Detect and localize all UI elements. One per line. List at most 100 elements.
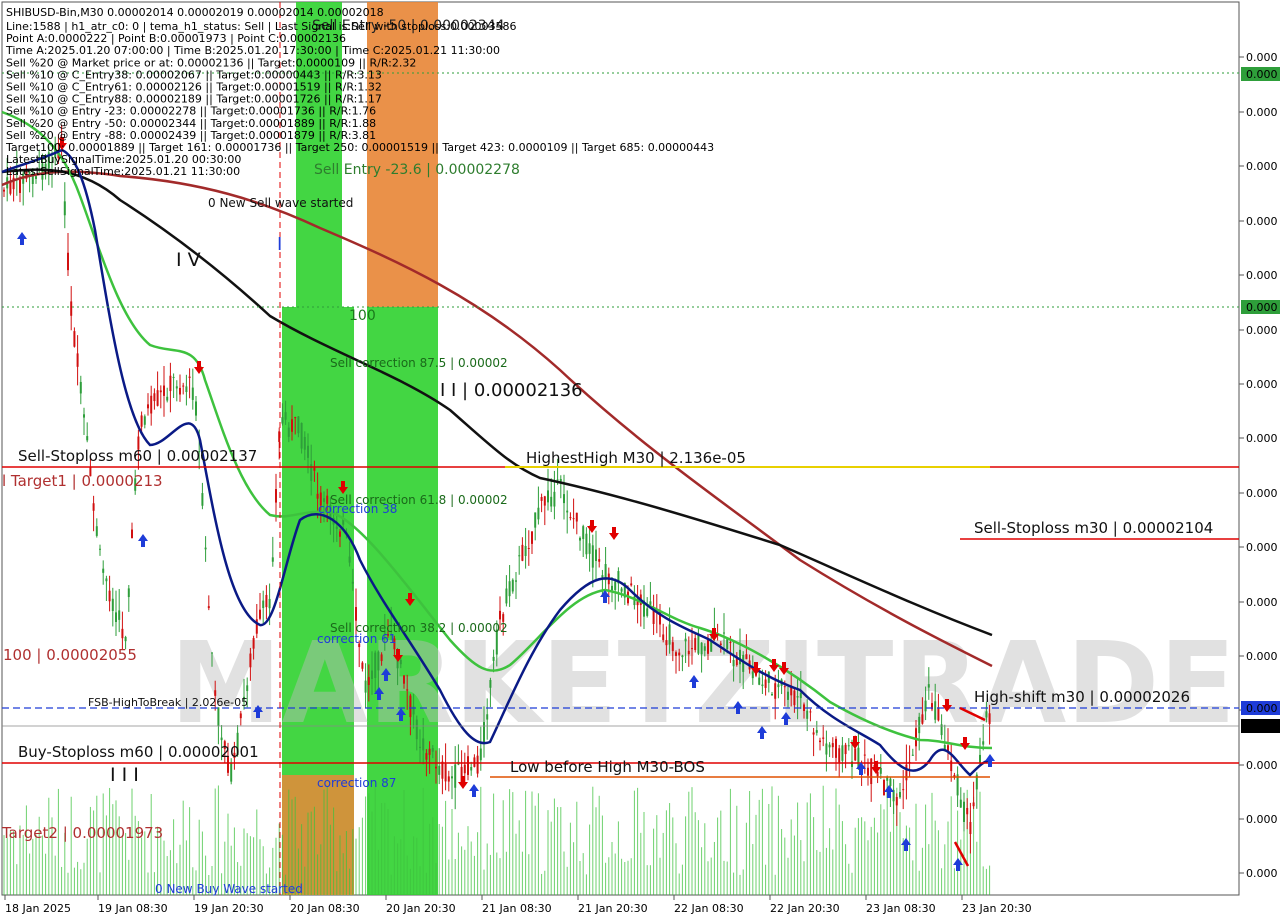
price-tick-label: 0.000 [1246,324,1278,337]
correction-87-label: correction 87 [317,776,396,790]
wave-iv-label: I V [176,249,201,271]
candle-body [191,387,194,400]
candle-body [262,600,265,608]
candle-body [857,747,860,768]
candle-body [447,776,450,782]
candle-body [867,767,869,776]
candle-body [111,598,114,611]
candle-body [489,680,492,688]
candle-body [339,531,341,537]
candle-body [697,635,700,654]
candle-body [428,748,431,755]
candle-body [854,748,857,761]
candle-body [963,801,965,822]
candle-body [67,252,69,271]
candle-body [979,754,981,763]
price-tick-label: 0.000 [1246,650,1278,663]
candle-body [169,375,172,392]
candle-body [451,776,453,779]
price-chart[interactable]: MARKETZITRADE SHIBUSD-Bin,M30 0.00002014… [0,0,1280,920]
time-tick-label: 21 Jan 08:30 [482,902,552,915]
candle-body [809,711,812,713]
candle-body [569,517,572,519]
info-line: Sell %20 @ Market price or at: 0.0000213… [6,56,416,69]
candle-body [815,730,818,733]
chart-window: MARKETZITRADE SHIBUSD-Bin,M30 0.00002014… [0,0,1280,920]
price-badge-label: 0.000 [1246,720,1278,733]
candle-body [483,722,485,743]
candle-body [751,671,754,679]
candle-body [777,684,780,688]
candle-body [230,763,233,782]
candle-body [684,638,687,642]
candle-body [291,419,293,432]
candle-body [252,638,255,649]
candle-body [559,479,562,482]
candle-body [687,650,690,655]
candle-body [153,393,156,402]
candle-body [143,416,146,425]
candle-body [895,797,898,806]
candle-body [889,778,892,786]
price-badge-label: 0.000 [1246,702,1278,715]
candle-body [367,677,370,685]
candle-body [579,537,581,541]
info-line: Sell %10 @ C_Entry38: 0.00002067 || Targ… [6,68,382,81]
candle-body [159,390,162,393]
candle-body [486,714,489,720]
time-tick-label: 18 Jan 2025 [5,902,71,915]
candle-body [399,659,402,665]
candle-body [793,690,796,706]
candle-body [163,385,165,396]
time-tick-label: 19 Jan 08:30 [98,902,168,915]
candle-body [899,792,901,798]
candle-body [441,761,444,779]
candle-body [185,386,188,393]
candle-body [371,670,373,679]
candle-body [422,738,425,751]
candle-body [911,754,914,756]
candle-body [668,624,671,645]
candle-body [86,436,89,441]
candle-body [419,746,421,748]
candle-body [415,719,418,740]
candle-body [556,479,559,481]
candle-body [585,533,588,555]
candle-body [63,201,66,216]
candle-body [220,737,223,741]
candle-body [281,417,284,424]
candle-body [985,711,988,718]
candle-body [307,445,309,458]
candle-body [803,704,805,711]
candle-body [588,543,591,554]
highest-high-label: HighestHigh M30 | 2.136e-05 [526,449,746,467]
candle-body [175,386,178,389]
candle-body [671,642,674,652]
candle-body [527,547,530,549]
candle-body [771,693,773,696]
price-tick-label: 0.000 [1246,541,1278,554]
price-tick-label: 0.000 [1246,215,1278,228]
candle-body [902,789,905,791]
candle-body [575,512,578,522]
candle-body [966,807,969,815]
time-axis: 18 Jan 2025 19 Jan 08:30 19 Jan 20:30 20 Ja… [4,895,1032,915]
candle-body [284,412,287,420]
info-line: Sell %20 @ Entry -50: 0.00002344 || Targ… [6,117,376,130]
candle-body [540,497,543,501]
candle-body [361,662,364,669]
candle-body [739,649,741,665]
candle-body [156,390,159,406]
wave-ii-label: I I | 0.00002136 [440,380,583,401]
info-line: Point A:0.0000222 | Point B:0.00001973 |… [6,32,346,45]
candle-body [364,680,367,693]
candle-body [515,580,517,582]
candle-body [703,646,706,651]
candle-body [179,387,181,395]
candle-body [79,381,82,394]
candle-body [335,526,338,529]
time-tick-label: 20 Jan 20:30 [386,902,456,915]
candle-body [121,628,124,639]
price-axis: 0.000 0.000 0.000 0.000 0.000 0.000 0.000 0.000… [1239,51,1280,880]
candle-body [787,691,789,700]
